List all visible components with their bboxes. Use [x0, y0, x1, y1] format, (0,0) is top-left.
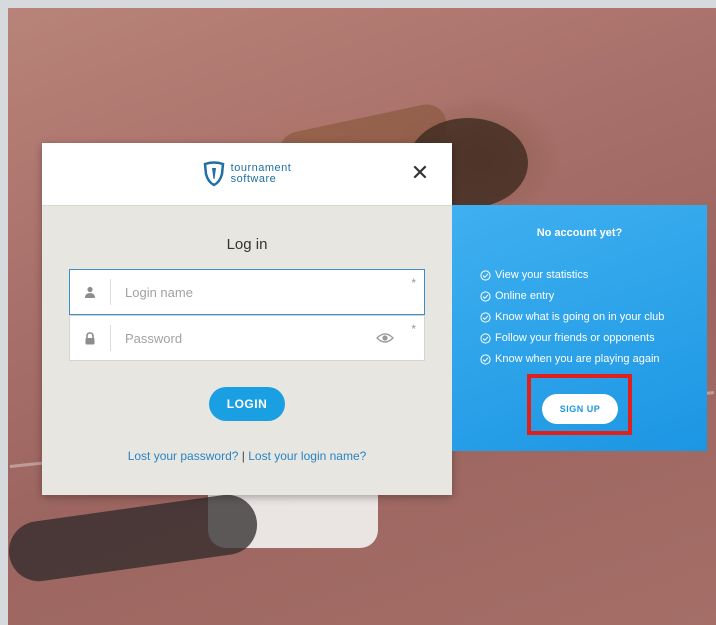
- login-title: Log in: [226, 236, 268, 253]
- player-leg: [8, 490, 261, 586]
- benefit-text: View your statistics: [495, 269, 589, 281]
- benefit-item: Online entry: [480, 286, 707, 307]
- eye-icon[interactable]: [376, 332, 394, 344]
- login-name-input[interactable]: [111, 269, 424, 315]
- required-marker: *: [411, 322, 416, 336]
- sign-up-highlight: [527, 374, 632, 435]
- brand-logo: tournament software: [203, 161, 292, 187]
- login-name-field: *: [69, 269, 425, 315]
- shield-logo-icon: [203, 161, 225, 187]
- benefits-list: View your statistics Online entry Know w…: [452, 265, 707, 370]
- lock-icon: [70, 325, 111, 351]
- password-input[interactable]: [111, 315, 376, 361]
- login-dialog: tournament software ✕ Log in * *: [42, 143, 452, 495]
- check-circle-icon: [480, 270, 491, 281]
- signup-title: No account yet?: [536, 227, 623, 239]
- check-circle-icon: [480, 333, 491, 344]
- recovery-links: Lost your password? | Lost your login na…: [42, 449, 452, 463]
- benefit-item: Know when you are playing again: [480, 349, 707, 370]
- login-button[interactable]: LOGIN: [209, 387, 285, 421]
- user-icon: [70, 279, 111, 305]
- lost-login-name-link[interactable]: Lost your login name?: [248, 449, 366, 463]
- dialog-header: tournament software ✕: [42, 143, 452, 206]
- benefit-item: View your statistics: [480, 265, 707, 286]
- lost-password-link[interactable]: Lost your password?: [128, 449, 239, 463]
- brand-line-2: software: [230, 173, 277, 185]
- close-button[interactable]: ✕: [406, 159, 434, 187]
- benefit-item: Follow your friends or opponents: [480, 328, 707, 349]
- link-separator: |: [241, 449, 245, 463]
- check-circle-icon: [480, 312, 491, 323]
- brand-name: tournament software: [231, 163, 292, 185]
- benefit-text: Know what is going on in your club: [495, 311, 665, 323]
- password-field: *: [69, 315, 425, 361]
- benefit-item: Know what is going on in your club: [480, 307, 707, 328]
- required-marker: *: [411, 276, 416, 290]
- check-circle-icon: [480, 291, 491, 302]
- benefit-text: Know when you are playing again: [495, 353, 660, 365]
- benefit-text: Online entry: [495, 290, 555, 302]
- check-circle-icon: [480, 354, 491, 365]
- benefit-text: Follow your friends or opponents: [495, 332, 655, 344]
